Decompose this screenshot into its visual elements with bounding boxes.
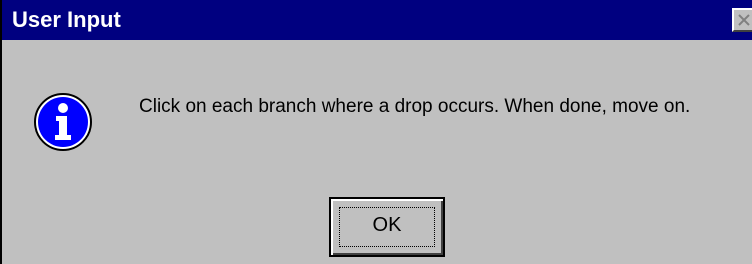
ok-button[interactable]: OK — [329, 197, 445, 257]
message-dialog: User Input Click on each branch where a … — [0, 0, 752, 264]
dialog-message: Click on each branch where a drop occurs… — [139, 96, 691, 117]
dialog-title: User Input — [12, 7, 121, 32]
ok-button-label: OK — [372, 214, 402, 236]
close-button[interactable] — [732, 8, 752, 32]
information-icon — [32, 91, 94, 158]
close-icon — [738, 14, 750, 26]
title-bar[interactable]: User Input — [2, 0, 752, 40]
